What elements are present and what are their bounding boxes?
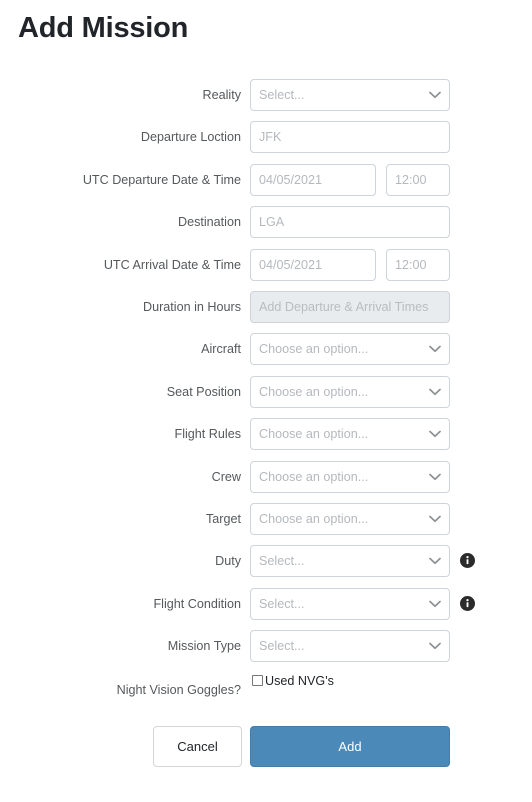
cancel-button[interactable]: Cancel: [153, 726, 242, 767]
duration-in-hours-input: Add Departure & Arrival Times: [250, 290, 450, 323]
chevron-down-icon: [429, 631, 441, 661]
field-label-target: Target: [205, 511, 241, 526]
field-label-departure-loction: Departure Loction: [140, 130, 241, 145]
form-actions: Cancel Add: [0, 726, 532, 768]
form-row-destination: Destination LGA: [0, 206, 532, 248]
form-row-flight-rules: Flight Rules Choose an option...: [0, 418, 532, 460]
destination-input[interactable]: LGA: [250, 206, 450, 239]
form-row-departure-loction: Departure Loction JFK: [0, 121, 532, 163]
mission-type-select[interactable]: Select...: [250, 630, 450, 663]
add-button[interactable]: Add: [250, 726, 450, 767]
departure-loction-input[interactable]: JFK: [250, 121, 450, 154]
field-label-aircraft: Aircraft: [201, 342, 241, 357]
used-nvg-checkbox-label: Used NVG's: [265, 674, 334, 689]
form-row-target: Target Choose an option...: [0, 502, 532, 545]
chevron-down-icon: [429, 462, 441, 492]
field-label-night-vision-goggles: Night Vision Goggles?: [116, 683, 241, 698]
field-label-destination: Destination: [177, 215, 241, 230]
form-row-flight-condition: Flight Condition Select...: [0, 587, 532, 630]
form-row-duration-in-hours: Duration in Hours Add Departure & Arrival…: [0, 290, 532, 333]
target-select[interactable]: Choose an option...: [250, 502, 450, 535]
form-row-night-vision-goggles: Night Vision Goggles? Used NVG's: [0, 672, 532, 718]
form-row-crew: Crew Choose an option...: [0, 460, 532, 503]
chevron-down-icon: [429, 504, 441, 534]
form-row-reality: Reality Select...: [0, 79, 532, 121]
reality-select[interactable]: Select...: [250, 79, 450, 111]
form-row-mission-type: Mission Type Select...: [0, 630, 532, 672]
field-label-duration-in-hours: Duration in Hours: [143, 299, 241, 314]
add-mission-form: Reality Select... Departure Loction JFK UTC …: [0, 79, 532, 718]
chevron-down-icon: [429, 80, 441, 110]
chevron-down-icon: [429, 419, 441, 449]
form-row-aircraft: Aircraft Choose an option...: [0, 333, 532, 375]
field-label-mission-type: Mission Type: [167, 639, 241, 654]
utc-arrival-date-time-date-input[interactable]: 04/05/2021: [250, 248, 376, 281]
chevron-down-icon: [429, 589, 441, 619]
field-label-utc-arrival-date-time: UTC Arrival Date & Time: [103, 257, 241, 272]
field-label-crew: Crew: [211, 469, 241, 484]
used-nvg-checkbox-row[interactable]: Used NVG's: [252, 672, 334, 690]
crew-select[interactable]: Choose an option...: [250, 460, 450, 493]
flight-condition-select[interactable]: Select...: [250, 587, 450, 620]
form-row-utc-departure-date-time: UTC Departure Date & Time 04/05/2021 12:00: [0, 163, 532, 206]
utc-departure-date-time-date-input[interactable]: 04/05/2021: [250, 163, 376, 196]
used-nvg-checkbox[interactable]: [252, 675, 263, 687]
chevron-down-icon: [429, 546, 441, 576]
form-row-utc-arrival-date-time: UTC Arrival Date & Time 04/05/2021 12:00: [0, 248, 532, 291]
page-title: Add Mission: [18, 12, 189, 44]
field-label-seat-position: Seat Position: [166, 384, 241, 399]
field-label-duty: Duty: [215, 554, 241, 569]
info-icon[interactable]: [460, 553, 475, 569]
form-row-seat-position: Seat Position Choose an option...: [0, 375, 532, 418]
chevron-down-icon: [429, 334, 441, 364]
field-label-utc-departure-date-time: UTC Departure Date & Time: [82, 172, 241, 187]
utc-arrival-date-time-time-input[interactable]: 12:00: [386, 248, 450, 281]
form-row-duty: Duty Select...: [0, 545, 532, 587]
aircraft-select[interactable]: Choose an option...: [250, 333, 450, 366]
field-label-flight-rules: Flight Rules: [174, 427, 242, 442]
seat-position-select[interactable]: Choose an option...: [250, 375, 450, 408]
utc-departure-date-time-time-input[interactable]: 12:00: [386, 163, 450, 196]
chevron-down-icon: [429, 377, 441, 407]
flight-rules-select[interactable]: Choose an option...: [250, 418, 450, 451]
field-label-reality: Reality: [202, 88, 242, 102]
field-label-flight-condition: Flight Condition: [153, 596, 241, 611]
duty-select[interactable]: Select...: [250, 545, 450, 578]
info-icon[interactable]: [460, 595, 475, 611]
